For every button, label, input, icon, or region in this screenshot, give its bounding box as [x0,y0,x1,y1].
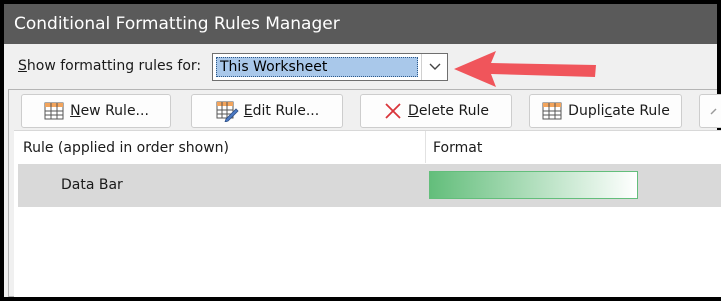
rules-list: Rule (applied in order shown) Format Dat… [14,130,721,297]
chevron-down-icon [429,63,441,70]
rules-manager-dialog: Show formatting rules for: This Workshee… [4,44,721,297]
show-rules-label: Show formatting rules for: [18,58,201,74]
new-rule-label-text: ew Rule... [80,103,149,119]
new-rule-icon [44,102,64,120]
delete-x-icon [385,103,401,119]
show-rules-label-text: how formatting rules for: [26,58,202,74]
edit-rule-icon [216,101,239,122]
edit-rule-label: Edit Rule... [244,95,319,127]
show-rules-mnemonic: S [18,58,27,74]
move-up-button[interactable] [699,94,721,128]
edit-rule-label-text: dit Rule... [252,103,320,119]
column-header-rule[interactable]: Rule (applied in order shown) [23,131,229,163]
dropdown-button[interactable] [421,54,447,80]
duplicate-rule-button[interactable]: Duplicate Rule [529,94,682,128]
delete-rule-label-text: elete Rule [418,103,489,119]
window-title: Conditional Formatting Rules Manager [4,4,717,44]
column-divider[interactable] [425,131,426,163]
duplicate-rule-label-start: Dupli [568,103,605,119]
delete-rule-mnemonic: D [408,103,419,119]
rule-row[interactable]: Data Bar [18,164,721,207]
new-rule-label: New Rule... [70,95,149,127]
edit-rule-mnemonic: E [243,103,253,119]
delete-rule-button[interactable]: Delete Rule [360,94,512,128]
scope-dropdown[interactable]: This Worksheet [212,53,448,81]
duplicate-rule-label-end: ate Rule [612,103,670,119]
duplicate-rule-label: Duplicate Rule [568,95,670,127]
chevron-up-icon [710,108,716,115]
annotation-arrow-icon [454,51,596,87]
screenshot-frame: Conditional Formatting Rules Manager Sho… [0,0,721,301]
column-header-format[interactable]: Format [433,131,482,163]
scope-selected-value: This Worksheet [216,57,418,77]
new-rule-button[interactable]: New Rule... [21,94,171,128]
duplicate-rule-icon [542,102,562,120]
data-bar-format-preview [429,171,638,199]
delete-rule-label: Delete Rule [408,95,489,127]
rule-name: Data Bar [61,177,123,193]
edit-rule-button[interactable]: Edit Rule... [191,94,343,128]
new-rule-mnemonic: N [70,103,81,119]
